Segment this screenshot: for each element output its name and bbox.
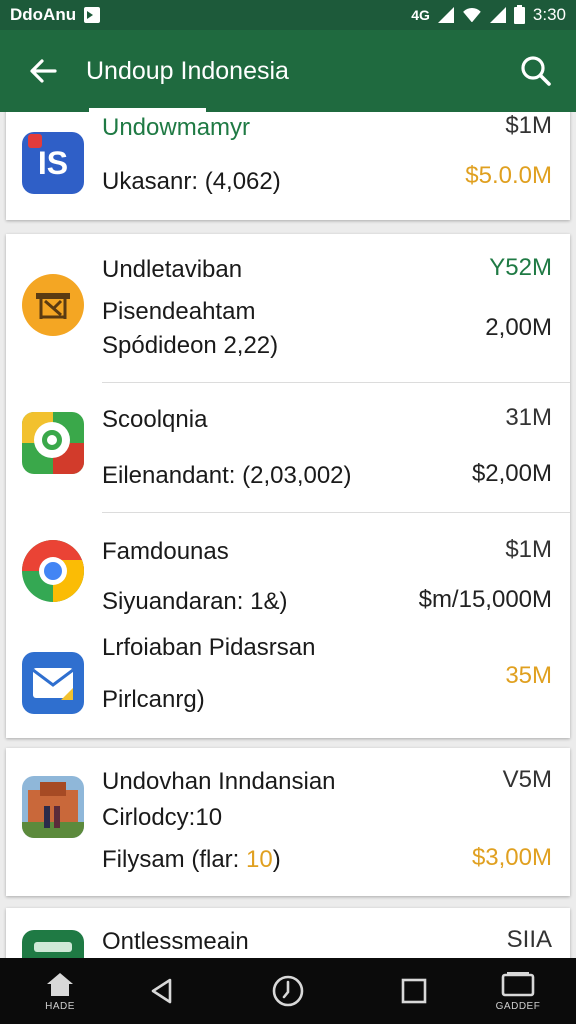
app-value-secondary: $5.0.0M	[465, 162, 552, 189]
list-item[interactable]: IS Undowmamyr $1M Ukasanr: (4,062) $5.0.…	[6, 112, 570, 220]
detail-suffix: )	[272, 846, 281, 873]
app-value-primary: V5M	[502, 766, 552, 793]
recents-icon	[501, 971, 535, 996]
mail-app-icon	[22, 652, 84, 714]
search-icon	[521, 56, 551, 86]
list-item[interactable]: Famdounas $1M Siyuandaran: 1&) $m/15,000…	[6, 514, 570, 626]
maps-pin-app-icon	[22, 412, 84, 474]
detail-highlight: 10	[246, 846, 273, 873]
square-overview-icon	[401, 978, 427, 1004]
back-nav-button[interactable]	[122, 958, 202, 1024]
app-value-secondary: $3,00M	[471, 844, 552, 871]
app-name: Famdounas	[102, 538, 229, 565]
clock-label: 3:30	[532, 5, 566, 24]
app-detail: Ukasanr: (4,062)	[102, 168, 281, 195]
assistant-nav-button[interactable]	[248, 958, 328, 1024]
list-card: IS Undowmamyr $1M Ukasanr: (4,062) $5.0.…	[6, 112, 570, 220]
list-card: Ontlessmeain SIIA	[6, 908, 570, 958]
home-icon	[47, 972, 73, 996]
app-value-primary: Y52M	[489, 254, 552, 281]
list-item[interactable]: Undletaviban Y52M Pisendeahtam Spódideon…	[6, 234, 570, 384]
app-value-secondary: $2,00M	[471, 460, 552, 487]
app-name: Lrfoiaban Pidasrsan	[102, 634, 316, 661]
home-nav-label: HADE	[45, 1000, 75, 1012]
divider	[102, 512, 570, 513]
battery-icon	[513, 4, 525, 24]
carrier-label: DdoAnu	[10, 5, 77, 24]
triangle-back-icon	[151, 978, 172, 1004]
detail-prefix: Filysam (flar:	[102, 846, 246, 873]
chrome-app-icon	[22, 540, 84, 602]
list-item[interactable]: Ontlessmeain SIIA	[6, 908, 570, 958]
app-value-primary: 31M	[505, 404, 552, 431]
signal-icon-2	[489, 7, 506, 23]
list-item[interactable]: Scoolqnia 31M Eilenandant: (2,03,002) $2…	[6, 384, 570, 512]
app-detail: Pisendeahtam	[102, 298, 256, 325]
app-detail-secondary: Filysam (flar: 10)	[102, 846, 281, 874]
warehouse-icon	[36, 293, 70, 319]
notification-icon	[84, 7, 101, 23]
app-detail: Eilenandant: (2,03,002)	[102, 462, 352, 489]
arrow-left-icon	[30, 59, 57, 83]
network-label: 4G	[411, 7, 430, 23]
app-name: Undletaviban	[102, 256, 243, 283]
app-value-primary: $1M	[505, 536, 552, 563]
overview-nav-button[interactable]	[374, 958, 454, 1024]
is-app-icon: IS	[22, 132, 84, 194]
wifi-icon	[462, 8, 482, 22]
divider	[102, 382, 570, 383]
navigation-bar: HADE GADDEF	[0, 958, 576, 1024]
app-name: Undovhan Inndansian	[102, 768, 336, 795]
list-item[interactable]: Undovhan Inndansian V5M Cirlodcy:10 Fily…	[6, 748, 570, 896]
list-card: Undletaviban Y52M Pisendeahtam Spódideon…	[6, 234, 570, 738]
list-item[interactable]: Lrfoiaban Pidasrsan Pirlcanrg) 35M	[6, 626, 570, 738]
app-name: Scoolqnia	[102, 406, 208, 433]
app-detail: Siyuandaran: 1&)	[102, 588, 288, 615]
recents-nav-button[interactable]: GADDEF	[478, 958, 558, 1024]
app-value-secondary: 35M	[505, 662, 552, 689]
building-photo-app-icon	[22, 776, 84, 838]
back-button[interactable]	[0, 30, 86, 112]
recents-nav-label: GADDEF	[495, 1000, 541, 1012]
app-detail: Pirlcanrg)	[102, 686, 205, 713]
app-value-secondary: $m/15,000M	[418, 586, 552, 613]
warehouse-app-icon	[22, 274, 84, 336]
app-name: Undowmamyr	[102, 114, 251, 141]
app-detail: Cirlodcy:10	[102, 804, 223, 831]
signal-icon	[437, 7, 454, 23]
app-list: IS Undowmamyr $1M Ukasanr: (4,062) $5.0.…	[0, 112, 576, 958]
app-value-secondary: 2,00M	[485, 314, 552, 341]
app-value-primary: SIIA	[506, 926, 552, 953]
status-bar: DdoAnu 4G 3:30	[0, 0, 576, 30]
list-card: Undovhan Inndansian V5M Cirlodcy:10 Fily…	[6, 748, 570, 896]
app-detail-secondary: Spódideon 2,22)	[102, 332, 279, 359]
app-name: Ontlessmeain	[102, 928, 249, 955]
app-bar: Undoup Indonesia	[0, 30, 576, 112]
envelope-icon	[32, 668, 74, 700]
green-app-icon	[22, 930, 84, 958]
app-value-primary: $1M	[505, 112, 552, 139]
home-nav-button[interactable]: HADE	[20, 958, 100, 1024]
clock-circle-icon	[272, 975, 304, 1007]
page-title: Undoup Indonesia	[86, 56, 289, 85]
search-button[interactable]	[496, 30, 576, 112]
